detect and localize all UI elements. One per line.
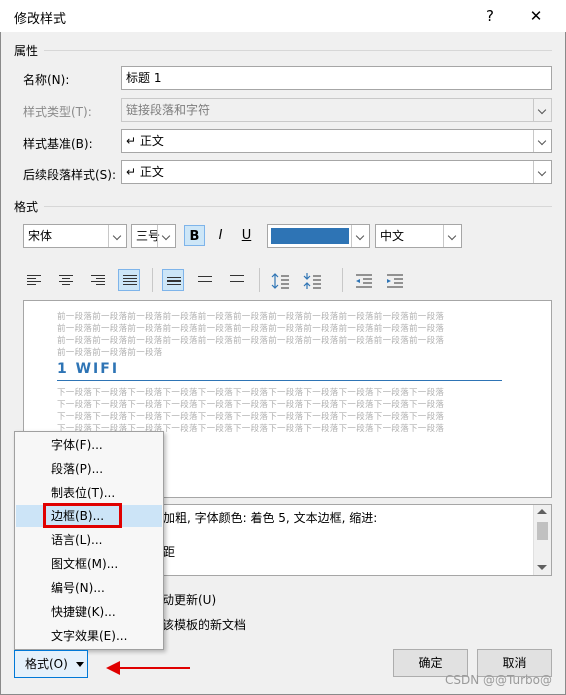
description-line: 加粗, 字体颜色: 着色 5, 文本边框, 缩进: [163, 511, 378, 525]
description-scrollbar[interactable] [533, 505, 551, 575]
chevron-down-icon [157, 225, 175, 247]
bold-button[interactable]: B [184, 225, 205, 246]
align-center-button[interactable] [55, 270, 77, 292]
decrease-indent-icon [356, 274, 372, 288]
double-spacing-icon [230, 275, 244, 284]
caret-down-icon [75, 662, 84, 667]
increase-indent-icon [387, 274, 403, 288]
menu-item-frame[interactable]: 图文框(M)... [16, 553, 162, 575]
annotation-arrow-icon [106, 661, 120, 675]
scroll-thumb[interactable] [537, 522, 548, 540]
help-button[interactable]: ? [480, 6, 500, 26]
justify-button[interactable] [118, 269, 140, 291]
menu-item-language[interactable]: 语言(L)... [16, 529, 162, 551]
style-description: 加粗, 字体颜色: 着色 5, 文本边框, 缩进: 距 [160, 504, 552, 576]
double-spacing-button[interactable] [226, 270, 248, 292]
single-spacing-button[interactable] [162, 269, 184, 291]
align-right-icon [91, 275, 105, 287]
preview-text-line: 前一段落前一段落前一段落 [57, 348, 163, 358]
underline-button[interactable]: U [236, 225, 257, 246]
toolbar-separator [342, 268, 343, 292]
menu-item-paragraph[interactable]: 段落(P)... [16, 458, 162, 480]
menu-item-numbering[interactable]: 编号(N)... [16, 577, 162, 599]
name-input[interactable]: 标题 1 [121, 66, 552, 90]
chevron-down-icon [351, 225, 369, 247]
chevron-down-icon [533, 161, 551, 183]
close-button[interactable]: ✕ [526, 6, 546, 26]
align-left-icon [27, 275, 41, 287]
format-button-label: 格式(O) [25, 657, 68, 671]
italic-button[interactable]: I [210, 225, 231, 246]
format-section-title: 格式 [14, 200, 39, 214]
style-type-select[interactable]: 链接段落和字符 [121, 98, 552, 122]
description-line: 距 [163, 545, 176, 559]
annotation-arrow-shaft [118, 667, 190, 669]
format-menu-button[interactable]: 格式(O) [14, 650, 88, 678]
style-type-label: 样式类型(T): [23, 105, 92, 119]
scroll-down-icon [537, 565, 547, 570]
decrease-indent-button[interactable] [353, 270, 375, 292]
annotation-highlight-box [43, 503, 122, 528]
font-color-select[interactable] [267, 224, 370, 248]
heading-border-line [57, 380, 502, 381]
style-type-value: 链接段落和字符 [126, 103, 211, 117]
format-menu: 字体(F)... 段落(P)... 制表位(T)... 边框(B)... 语言(… [14, 431, 164, 650]
decrease-spacing-icon [303, 273, 321, 289]
single-spacing-icon [167, 277, 181, 287]
align-left-button[interactable] [23, 270, 45, 292]
chevron-down-icon [533, 130, 551, 152]
watermark: CSDN @@Turbo@ [444, 673, 552, 687]
next-style-select[interactable]: ↵ 正文 [121, 160, 552, 184]
preview-text-line: 下一段落下一段落下一段落下一段落下一段落下一段落下一段落下一段落下一段落下一段落… [57, 388, 445, 398]
increase-indent-button[interactable] [384, 270, 406, 292]
preview-next-paragraph: 下一段落下一段落下一段落下一段落下一段落下一段落下一段落下一段落下一段落下一段落… [57, 387, 499, 435]
font-size-select[interactable]: 三号 [131, 224, 176, 248]
menu-item-shortcut-key[interactable]: 快捷键(K)... [16, 601, 162, 623]
scroll-up-icon [537, 509, 547, 514]
chevron-down-icon [108, 225, 126, 247]
one-half-spacing-button[interactable] [194, 270, 216, 292]
preview-text-line: 前一段落前一段落前一段落前一段落前一段落前一段落前一段落前一段落前一段落前一段落… [57, 336, 445, 346]
preview-previous-paragraph: 前一段落前一段落前一段落前一段落前一段落前一段落前一段落前一段落前一段落前一段落… [57, 311, 499, 359]
divider [44, 206, 552, 207]
increase-spacing-icon [271, 273, 289, 289]
dialog-title: 修改样式 [14, 12, 67, 27]
based-on-label: 样式基准(B): [23, 137, 93, 151]
next-style-label: 后续段落样式(S): [23, 168, 117, 182]
preview-text-line: 前一段落前一段落前一段落前一段落前一段落前一段落前一段落前一段落前一段落前一段落… [57, 312, 445, 322]
preview-heading: 1 WIFI [57, 361, 120, 377]
chevron-down-icon [443, 225, 461, 247]
font-select[interactable]: 宋体 [23, 224, 127, 248]
menu-item-font[interactable]: 字体(F)... [16, 434, 162, 456]
divider [44, 50, 552, 51]
based-on-value: ↵ 正文 [126, 134, 164, 148]
menu-item-text-effects[interactable]: 文字效果(E)... [16, 625, 162, 647]
properties-section-title: 属性 [14, 44, 39, 58]
font-value: 宋体 [28, 229, 53, 243]
preview-text-line: 前一段落前一段落前一段落前一段落前一段落前一段落前一段落前一段落前一段落前一段落… [57, 324, 445, 334]
toolbar-separator [259, 268, 260, 292]
language-value: 中文 [380, 229, 405, 243]
color-swatch [271, 228, 349, 244]
menu-item-tabs[interactable]: 制表位(T)... [16, 482, 162, 504]
new-documents-option[interactable]: 该模板的新文档 [162, 616, 246, 633]
auto-update-option[interactable]: 动更新(U) [162, 591, 216, 608]
next-style-value: ↵ 正文 [126, 165, 164, 179]
language-select[interactable]: 中文 [375, 224, 462, 248]
based-on-select[interactable]: ↵ 正文 [121, 129, 552, 153]
align-right-button[interactable] [87, 270, 109, 292]
preview-text-line: 下一段落下一段落下一段落下一段落下一段落下一段落下一段落下一段落下一段落下一段落… [57, 412, 445, 422]
decrease-paragraph-spacing-button[interactable] [302, 270, 324, 292]
toolbar-separator [152, 268, 153, 292]
justify-icon [123, 275, 137, 287]
increase-paragraph-spacing-button[interactable] [270, 270, 292, 292]
name-label: 名称(N): [23, 73, 70, 87]
chevron-down-icon [533, 99, 551, 121]
one-half-spacing-icon [198, 276, 212, 284]
align-center-icon [59, 275, 73, 287]
preview-text-line: 下一段落下一段落下一段落下一段落下一段落下一段落下一段落下一段落下一段落下一段落… [57, 400, 445, 410]
